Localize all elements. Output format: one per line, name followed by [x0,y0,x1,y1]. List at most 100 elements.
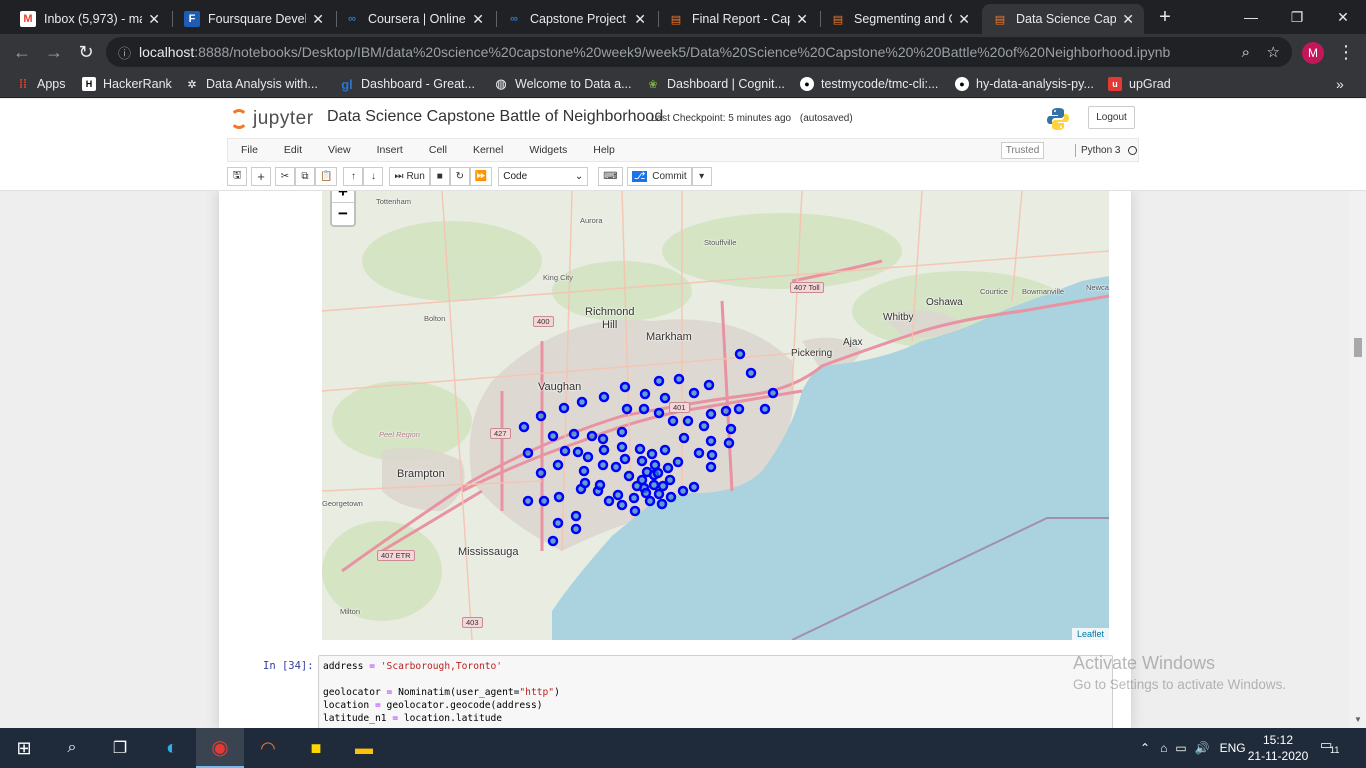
insert-cell-button[interactable]: + [251,166,271,186]
cell-type-select[interactable]: Code ⌄ [498,166,589,186]
logout-button[interactable]: Logout [1088,106,1135,129]
neighborhood-marker[interactable] [725,423,737,435]
trusted-indicator[interactable]: Trusted [1001,142,1044,159]
language-indicator[interactable]: ENG [1220,741,1246,755]
neighborhood-marker[interactable] [623,470,635,482]
neighborhood-marker[interactable] [705,435,717,447]
page-scrollbar[interactable]: ▼ [1350,191,1366,728]
new-tab-button[interactable]: + [1150,0,1180,34]
taskbar-clock[interactable]: 15:12 21-11-2020 [1246,732,1310,764]
show-hidden-icons-icon[interactable]: ⌃ [1140,741,1150,755]
scroll-down-icon[interactable]: ▼ [1354,715,1362,724]
bookmark-apps[interactable]: ⁞⁞ Apps [16,75,66,93]
neighborhood-marker[interactable] [745,367,757,379]
menu-kebab-icon[interactable]: ⋮ [1334,40,1358,64]
menu-kernel[interactable]: Kernel [460,144,516,156]
info-icon[interactable]: ⓘ [118,43,131,62]
neighborhood-marker[interactable] [535,467,547,479]
neighborhood-marker[interactable] [698,420,710,432]
neighborhood-marker[interactable] [552,517,564,529]
run-button[interactable]: ⏭ Run [389,166,430,186]
start-button[interactable]: ⊞ [0,728,48,768]
neighborhood-marker[interactable] [578,465,590,477]
close-icon[interactable]: ✕ [472,11,484,28]
neighborhood-marker[interactable] [659,444,671,456]
neighborhood-marker[interactable] [518,421,530,433]
menu-edit[interactable]: Edit [271,144,315,156]
menu-cell[interactable]: Cell [416,144,460,156]
copy-button[interactable]: ⧉ [295,166,315,186]
cut-button[interactable]: ✂ [275,166,295,186]
menu-view[interactable]: View [315,144,364,156]
network-icon[interactable]: ⌂ [1160,741,1167,755]
move-up-button[interactable]: ↑ [343,166,364,186]
neighborhood-marker[interactable] [628,492,640,504]
tab-foursquare[interactable]: F Foursquare Develo ✕ [174,4,334,34]
sticky-notes-button[interactable]: ■ [292,728,340,768]
neighborhood-marker[interactable] [570,523,582,535]
neighborhood-marker[interactable] [653,375,665,387]
menu-help[interactable]: Help [580,144,628,156]
neighborhood-marker[interactable] [682,415,694,427]
neighborhood-marker[interactable] [619,453,631,465]
neighborhood-marker[interactable] [598,391,610,403]
search-button[interactable]: ⌕ [48,728,96,768]
neighborhood-marker[interactable] [657,480,669,492]
neighborhood-marker[interactable] [616,426,628,438]
neighborhood-marker[interactable] [522,495,534,507]
bookmark-hy-data-analysis[interactable]: ● hy-data-analysis-py... [955,75,1094,93]
neighborhood-marker[interactable] [568,428,580,440]
neighborhood-marker[interactable] [612,489,624,501]
neighborhood-marker[interactable] [652,467,664,479]
neighborhood-marker[interactable] [705,408,717,420]
more-bookmarks-icon[interactable]: » [1336,75,1344,93]
neighborhood-marker[interactable] [572,446,584,458]
forward-button[interactable]: → [42,40,66,64]
neighborhood-marker[interactable] [688,481,700,493]
back-button[interactable]: ← [10,40,34,64]
close-icon[interactable]: ✕ [1122,11,1134,28]
neighborhood-marker[interactable] [594,479,606,491]
commit-dropdown-button[interactable]: ▾ [691,166,712,186]
restart-run-all-button[interactable]: ⏩ [469,166,493,186]
neighborhood-marker[interactable] [723,437,735,449]
neighborhood-marker[interactable] [619,381,631,393]
battery-icon[interactable]: ▭ [1175,741,1186,755]
neighborhood-marker[interactable] [586,430,598,442]
zoom-icon[interactable]: ⌕ [1242,44,1250,61]
neighborhood-marker[interactable] [672,456,684,468]
bookmark-cognitive[interactable]: ❀ Dashboard | Cognit... [646,75,785,93]
neighborhood-marker[interactable] [634,443,646,455]
menu-insert[interactable]: Insert [364,144,416,156]
neighborhood-marker[interactable] [636,455,648,467]
neighborhood-marker[interactable] [688,387,700,399]
tab-gmail[interactable]: M Inbox (5,973) - ma ✕ [10,4,170,34]
neighborhood-marker[interactable] [558,402,570,414]
close-icon[interactable]: ✕ [148,11,160,28]
neighborhood-marker[interactable] [547,535,559,547]
neighborhood-marker[interactable] [653,407,665,419]
neighborhood-marker[interactable] [597,433,609,445]
neighborhood-marker[interactable] [667,415,679,427]
neighborhood-marker[interactable] [733,403,745,415]
neighborhood-marker[interactable] [656,498,668,510]
bookmark-hackerrank[interactable]: H HackerRank [82,75,172,93]
edge-button[interactable]: ◐ [148,728,196,768]
move-down-button[interactable]: ↓ [363,166,384,186]
jupyter-app-button[interactable]: ◠ [244,728,292,768]
neighborhood-marker[interactable] [644,495,656,507]
chrome-button[interactable]: ◉ [196,728,244,768]
restore-button[interactable]: ❐ [1274,0,1320,34]
neighborhood-marker[interactable] [522,447,534,459]
neighborhood-marker[interactable] [659,392,671,404]
tab-segmenting[interactable]: ▤ Segmenting and C ✕ [820,4,980,34]
neighborhood-marker[interactable] [621,403,633,415]
neighborhood-marker[interactable] [597,459,609,471]
neighborhood-marker[interactable] [767,387,779,399]
neighborhood-marker[interactable] [576,396,588,408]
command-palette-button[interactable]: ⌨ [598,166,623,186]
commit-button[interactable]: ⎇ Commit [626,166,692,186]
zoom-out-button[interactable]: − [332,203,354,225]
bookmark-upgrad[interactable]: u upGrad [1108,75,1171,93]
neighborhood-marker[interactable] [664,474,676,486]
